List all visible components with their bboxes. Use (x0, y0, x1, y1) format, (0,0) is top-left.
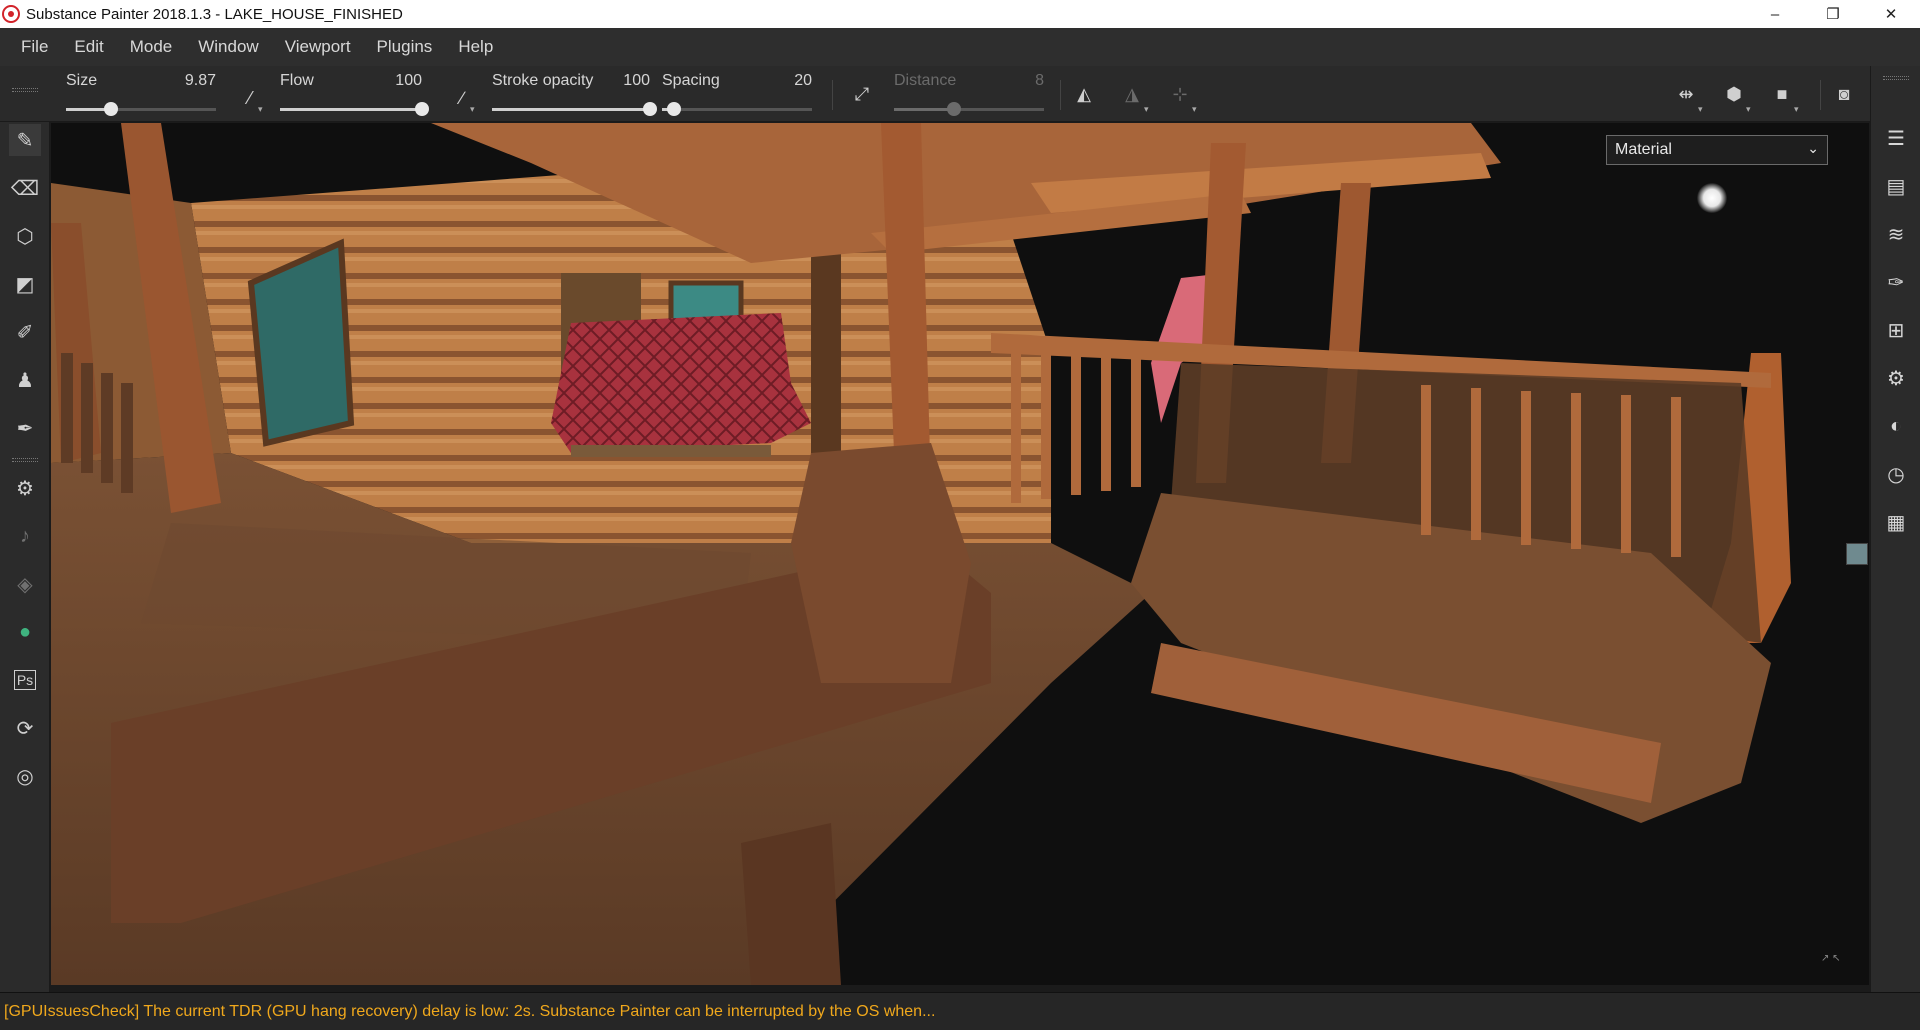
distance-control: Distance 8 (894, 66, 1044, 122)
size-control[interactable]: Size 9.87 (66, 66, 216, 122)
spacing-value[interactable]: 20 (794, 72, 812, 90)
size-slider-handle[interactable] (104, 102, 118, 116)
video-camera-icon[interactable]: ■ (1768, 80, 1796, 108)
mirror-icon[interactable]: ◮ (1118, 80, 1146, 108)
axis-gizmo-icon: ↗ ↖ (1821, 953, 1841, 964)
size-label: Size (66, 72, 98, 89)
clone-stamp-icon[interactable]: ♟ (9, 364, 41, 396)
menu-file[interactable]: File (8, 37, 61, 57)
window-title: Substance Painter 2018.1.3 - LAKE_HOUSE_… (26, 5, 403, 23)
flow-control[interactable]: Flow 100 (280, 66, 429, 122)
menu-viewport[interactable]: Viewport (272, 37, 364, 57)
screenshot-icon[interactable]: ◙ (1830, 80, 1858, 108)
flow-slider[interactable] (280, 102, 429, 116)
menu-mode[interactable]: Mode (117, 37, 186, 57)
menu-plugins[interactable]: Plugins (364, 37, 446, 57)
status-message[interactable]: [GPUIssuesCheck] The current TDR (GPU ha… (4, 1003, 935, 1021)
flow-label: Flow (280, 72, 314, 89)
right-dock-bar: ☰ ▤ ≋ ✑ ⊞ ⚙ ◐ ◷ ▦ (1870, 66, 1920, 992)
distance-slider-handle (947, 102, 961, 116)
title-bar: Substance Painter 2018.1.3 - LAKE_HOUSE_… (0, 0, 1920, 28)
menu-help[interactable]: Help (445, 37, 506, 57)
left-toolbar: ✎ ⌫ ⬡ ◩ ✐ ♟ ✒ ⚙ ♪ ◈ ● Ps ⟳ ◎ (0, 122, 50, 992)
paint-brush-icon[interactable]: ✎ (9, 124, 41, 156)
color-picker-icon[interactable]: ✒ (9, 412, 41, 444)
texture-set-list-icon[interactable]: ▤ (1880, 170, 1912, 202)
viewport-render[interactable] (51, 123, 1869, 985)
spacing-slider[interactable] (662, 102, 812, 116)
shader-settings-icon[interactable]: ◐ (1880, 410, 1912, 442)
texture-set-settings-icon[interactable]: ⊞ (1880, 314, 1912, 346)
minimize-button[interactable]: – (1746, 0, 1804, 28)
substance-icon[interactable]: ◈ (9, 568, 41, 600)
lazy-mouse-icon[interactable]: ⤢ (848, 80, 876, 108)
channel-select[interactable]: Material ⌄ (1606, 135, 1828, 165)
polygon-fill-icon[interactable]: ◩ (9, 268, 41, 300)
symmetry-icon[interactable]: ◭ (1070, 80, 1098, 108)
channel-select-value: Material (1615, 141, 1672, 158)
layer-stack-icon[interactable]: ≋ (1880, 218, 1912, 250)
environment-light-icon[interactable] (1697, 183, 1727, 213)
properties-icon[interactable]: ✑ (1880, 266, 1912, 298)
spacing-slider-handle[interactable] (667, 102, 681, 116)
flow-value[interactable]: 100 (395, 72, 422, 90)
distance-slider (894, 102, 1044, 116)
stroke-opacity-slider-handle[interactable] (643, 102, 657, 116)
photoshop-icon[interactable]: Ps (9, 664, 41, 696)
tool-properties-bar: Size 9.87 ⁄ ▾ Flow 100 ∕ ▾ Stroke opacit… (0, 66, 1920, 122)
history-icon[interactable]: ◷ (1880, 458, 1912, 490)
projection-icon[interactable]: ⬡ (9, 220, 41, 252)
bell-icon[interactable]: ♪ (9, 520, 41, 552)
display-settings-icon[interactable]: ⬢ (1720, 80, 1748, 108)
spacing-control[interactable]: Spacing 20 (662, 66, 812, 122)
log-icon[interactable]: ▦ (1880, 506, 1912, 538)
stroke-opacity-control[interactable]: Stroke opacity 100 (492, 66, 657, 122)
menu-bar: File Edit Mode Window Viewport Plugins H… (0, 28, 1920, 66)
bake-icon[interactable]: ⟳ (9, 712, 41, 744)
spacing-label: Spacing (662, 72, 720, 89)
flow-slider-handle[interactable] (415, 102, 429, 116)
substance-logo-icon (2, 5, 20, 23)
mirror-center-icon[interactable]: ⊹ (1166, 80, 1194, 108)
distance-label: Distance (894, 72, 957, 89)
menu-window[interactable]: Window (185, 37, 271, 57)
eraser-icon[interactable]: ⌫ (9, 172, 41, 204)
stroke-opacity-value[interactable]: 100 (623, 72, 650, 90)
smudge-icon[interactable]: ✐ (9, 316, 41, 348)
distance-value: 8 (1035, 72, 1044, 89)
stroke-opacity-label: Stroke opacity (492, 72, 594, 89)
toolbar-grip[interactable] (12, 88, 38, 92)
window-controls: – ❐ ✕ (1746, 0, 1920, 28)
shelf-thumbnail[interactable] (1846, 543, 1868, 565)
chevron-down-icon: ⌄ (1807, 140, 1819, 156)
stroke-opacity-slider[interactable] (492, 102, 657, 116)
camera-view-icon[interactable]: ⇹ (1672, 80, 1700, 108)
substance-source-icon[interactable]: ⚙ (9, 472, 41, 504)
close-button[interactable]: ✕ (1862, 0, 1920, 28)
menu-edit[interactable]: Edit (61, 37, 116, 57)
substance-share-icon[interactable]: ◎ (9, 760, 41, 792)
size-value[interactable]: 9.87 (185, 72, 216, 90)
3d-viewport[interactable]: Material ⌄ ↗ ↖ (51, 123, 1869, 985)
share-icon[interactable]: ● (9, 616, 41, 648)
size-slider[interactable] (66, 102, 216, 116)
layers-list-icon[interactable]: ☰ (1880, 122, 1912, 154)
restore-button[interactable]: ❐ (1804, 0, 1862, 28)
display-settings-dock-icon[interactable]: ⚙ (1880, 362, 1912, 394)
status-bar: [GPUIssuesCheck] The current TDR (GPU ha… (0, 992, 1920, 1030)
